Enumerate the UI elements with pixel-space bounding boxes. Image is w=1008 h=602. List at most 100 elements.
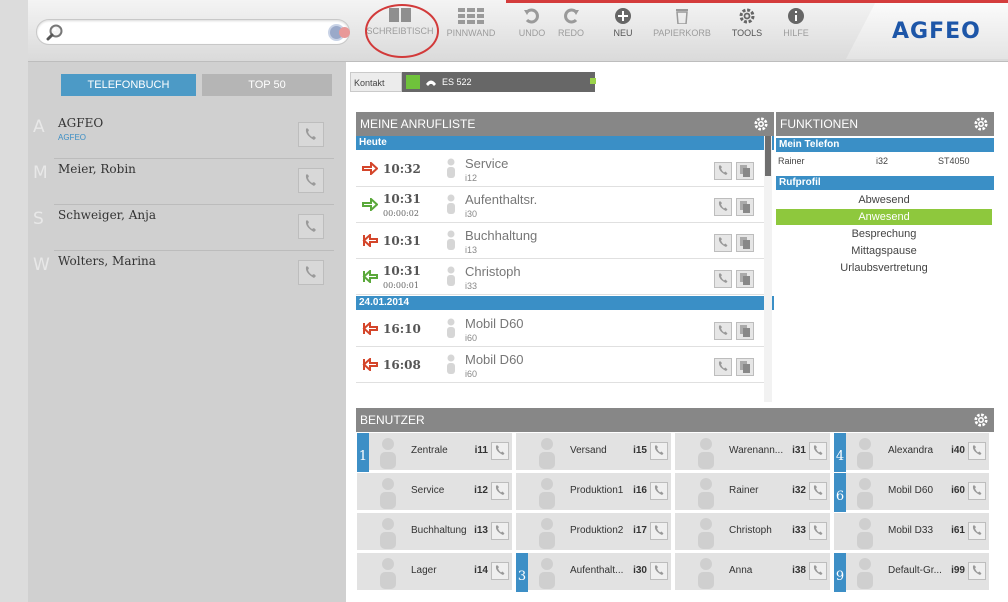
profile-urlaubsvertretung[interactable]: Urlaubsvertretung [776,260,992,276]
call-button[interactable] [650,482,668,500]
scrollbar-thumb[interactable] [765,136,771,176]
user-avatar-icon [380,518,396,549]
call-button[interactable] [298,260,324,285]
gear-icon[interactable] [974,413,988,427]
redo-button[interactable]: REDO [554,8,588,56]
clear-search-icon[interactable] [328,24,350,41]
call-button[interactable] [298,122,324,147]
hilfe-button[interactable]: HILFE [778,8,814,56]
call-button[interactable] [809,442,827,460]
user-tile[interactable]: Service i12 [356,472,513,511]
call-button[interactable] [650,562,668,580]
user-avatar-icon [539,478,555,509]
call-button[interactable] [968,482,986,500]
call-back-button[interactable] [714,198,732,216]
user-tile[interactable]: Rainer i32 [674,472,831,511]
call-back-button[interactable] [714,322,732,340]
call-row[interactable]: 10:31 00:00:02 Aufenthaltsr. i30 [356,188,764,223]
copy-button[interactable] [736,162,754,180]
undo-button[interactable]: UNDO [515,8,549,56]
user-tile[interactable]: Produktion1 i16 [515,472,672,511]
profile-besprechung[interactable]: Besprechung [776,226,992,242]
call-button[interactable] [298,168,324,193]
call-button[interactable] [491,442,509,460]
user-tile[interactable]: Mobil D33 i61 [833,512,990,551]
call-row[interactable]: 16:08 Mobil D60 i60 [356,348,764,383]
user-tile[interactable]: Anna i38 [674,552,831,591]
papierkorb-button[interactable]: PAPIERKORB [648,8,716,56]
section-date: 24.01.2014 [356,296,774,310]
call-button[interactable] [809,522,827,540]
outgoing-call-icon [362,162,378,175]
call-time: 10:32 [383,162,421,176]
contact-bar[interactable]: Kontakt ES 522 [350,72,596,92]
contact-item[interactable]: M Meier, Robin [28,158,346,204]
call-list-scrollbar[interactable] [764,136,772,402]
user-tile[interactable]: 1 Zentrale i11 [356,432,513,472]
copy-button[interactable] [736,234,754,252]
user-tile[interactable]: 3 Aufenthalt... i30 [515,552,672,592]
call-button[interactable] [491,482,509,500]
tab-top50[interactable]: TOP 50 [202,74,332,96]
call-back-button[interactable] [714,270,732,288]
contact-item[interactable]: S Schweiger, Anja [28,204,346,250]
tab-telefonbuch[interactable]: TELEFONBUCH [61,74,196,96]
call-row[interactable]: 10:32 Service i12 [356,152,764,187]
search-box[interactable] [36,19,350,45]
user-tile[interactable]: Warenann... i31 [674,432,831,471]
user-extension: i40 [951,445,965,456]
user-tile[interactable]: Lager i14 [356,552,513,591]
call-button[interactable] [491,522,509,540]
call-button[interactable] [491,562,509,580]
caller-name: Mobil D60 [465,352,524,367]
call-button[interactable] [809,482,827,500]
missed-call-icon [362,234,378,247]
call-button[interactable] [968,442,986,460]
contact-name: Schweiger, Anja [58,208,156,222]
pickup-icon[interactable] [406,75,420,89]
call-button[interactable] [650,522,668,540]
user-extension: i17 [633,525,647,536]
user-tile[interactable]: 4 Alexandra i40 [833,432,990,472]
profile-anwesend[interactable]: Anwesend [776,209,992,225]
call-back-button[interactable] [714,358,732,376]
caller-number: i30 [465,209,478,219]
copy-button[interactable] [736,198,754,216]
user-avatar-icon [698,558,714,589]
user-tile[interactable]: 9 Default-Gr... i99 [833,552,990,592]
user-tile[interactable]: 6 Mobil D60 i60 [833,472,990,512]
copy-button[interactable] [736,322,754,340]
call-button[interactable] [968,562,986,580]
call-back-button[interactable] [714,234,732,252]
contact-name: Wolters, Marina [58,254,156,268]
profile-abwesend[interactable]: Abwesend [776,192,992,208]
contact-item[interactable]: A AGFEO AGFEO [28,112,346,158]
user-tile[interactable]: Versand i15 [515,432,672,471]
handset-icon[interactable] [424,75,438,89]
caller-number: i60 [465,369,478,379]
gear-icon[interactable] [974,117,988,131]
call-row[interactable]: 16:10 Mobil D60 i60 [356,312,764,347]
contact-item[interactable]: W Wolters, Marina [28,250,346,296]
user-tile[interactable]: Produktion2 i17 [515,512,672,551]
call-back-button[interactable] [714,162,732,180]
call-button[interactable] [809,562,827,580]
neu-button[interactable]: NEU [606,8,640,56]
copy-button[interactable] [736,358,754,376]
call-button[interactable] [650,442,668,460]
call-button[interactable] [968,522,986,540]
pinnwand-button[interactable]: PINNWAND [441,8,501,56]
user-extension: i16 [633,485,647,496]
user-tile[interactable]: Christoph i33 [674,512,831,551]
profile-mittagspause[interactable]: Mittagspause [776,243,992,259]
call-row[interactable]: 10:31 00:00:01 Christoph i33 [356,260,764,295]
call-button[interactable] [298,214,324,239]
search-input[interactable] [71,23,311,41]
tools-button[interactable]: TOOLS [728,8,766,56]
user-tile[interactable]: Buchhaltung i13 [356,512,513,551]
gear-icon[interactable] [754,117,768,131]
desk-area: Kontakt ES 522 MEINE ANRUFLISTE Heute 10… [346,62,1008,602]
redo-icon [564,8,579,24]
call-row[interactable]: 10:31 Buchhaltung i13 [356,224,764,259]
copy-button[interactable] [736,270,754,288]
